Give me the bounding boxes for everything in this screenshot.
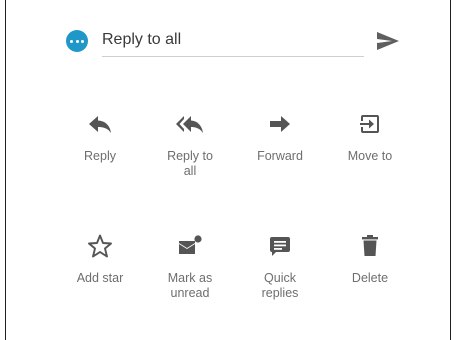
send-icon[interactable] xyxy=(374,28,402,54)
delete-button[interactable]: Delete xyxy=(330,232,410,286)
add-star-label: Add star xyxy=(76,271,124,285)
forward-button[interactable]: Forward xyxy=(240,110,320,164)
forward-label: Forward xyxy=(257,149,303,163)
mark-unread-label: Mark as unread xyxy=(167,271,213,300)
move-to-button[interactable]: Move to xyxy=(330,110,410,164)
delete-icon xyxy=(330,232,410,260)
forward-icon xyxy=(240,110,320,138)
quick-replies-label: Quick replies xyxy=(261,271,299,300)
reply-to-all-bar[interactable]: Reply to all xyxy=(66,28,406,58)
reply-to-all-field[interactable]: Reply to all xyxy=(102,31,181,49)
quick-replies-icon xyxy=(240,232,320,260)
reply-icon xyxy=(60,110,140,138)
reply-all-label: Reply to all xyxy=(167,149,213,178)
reply-field-underline xyxy=(102,56,364,57)
panel-border-right xyxy=(450,0,451,340)
reply-all-icon xyxy=(150,110,230,138)
reply-label: Reply xyxy=(84,149,116,163)
delete-label: Delete xyxy=(351,271,389,285)
star-icon xyxy=(60,232,140,260)
mark-unread-icon xyxy=(150,232,230,260)
move-to-icon xyxy=(330,110,410,138)
mark-unread-button[interactable]: Mark as unread xyxy=(150,232,230,301)
panel-border-left xyxy=(5,0,6,340)
add-star-button[interactable]: Add star xyxy=(60,232,140,286)
reply-button[interactable]: Reply xyxy=(60,110,140,164)
reply-all-button[interactable]: Reply to all xyxy=(150,110,230,179)
cut-off-content xyxy=(72,0,222,5)
quick-replies-button[interactable]: Quick replies xyxy=(240,232,320,301)
move-to-label: Move to xyxy=(347,149,393,163)
more-dots-icon[interactable] xyxy=(66,30,88,52)
